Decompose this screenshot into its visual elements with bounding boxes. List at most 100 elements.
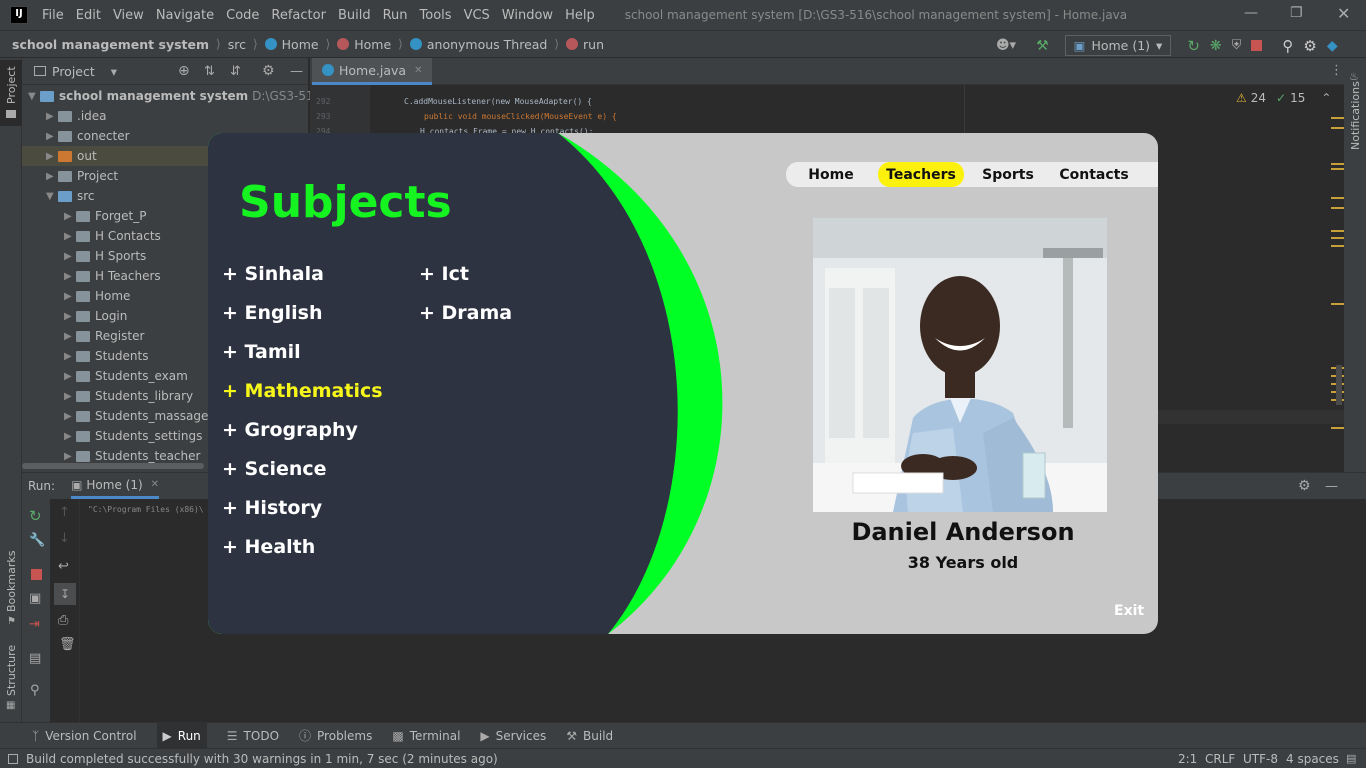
more-icon[interactable]: ⋮	[1330, 63, 1343, 78]
search-icon[interactable]: ⚲	[1282, 37, 1293, 55]
arrow-down-icon[interactable]: ↓	[59, 531, 70, 546]
tab-services[interactable]: ▶ Services	[480, 729, 546, 743]
warning-icon[interactable]: ⚠	[1236, 91, 1247, 105]
tree-item-students-exam[interactable]: ▶ Students_exam	[64, 366, 188, 386]
status-square-icon[interactable]	[8, 753, 18, 764]
bookmarks-tool-label[interactable]: Bookmarks	[5, 551, 18, 612]
menu-file[interactable]: File	[42, 8, 64, 23]
tree-item-h-contacts[interactable]: ▶ H Contacts	[64, 226, 161, 246]
tree-item-forget-p[interactable]: ▶ Forget_P	[64, 206, 146, 226]
subject-english[interactable]: + English	[222, 302, 323, 324]
tree-item-students-massage[interactable]: ▶ Students_massage	[64, 406, 208, 426]
close-tab-icon[interactable]: ✕	[151, 479, 159, 490]
nav-teachers[interactable]: Teachers	[878, 162, 964, 187]
tree-item-home[interactable]: ▶ Home	[64, 286, 130, 306]
hide-icon[interactable]: —	[1325, 479, 1338, 494]
tree-item-src[interactable]: ▼ src	[46, 186, 95, 206]
line-separator[interactable]: CRLF	[1205, 752, 1235, 766]
tree-root[interactable]: ▼ school management system D:\GS3-516\sc…	[28, 86, 353, 106]
subject-science[interactable]: + Science	[222, 458, 327, 480]
menu-navigate[interactable]: Navigate	[156, 8, 214, 23]
scroll-end-icon[interactable]: ↧	[54, 583, 76, 605]
breadcrumb-src[interactable]: src	[228, 37, 246, 52]
plugin-icon[interactable]: ◆	[1327, 38, 1338, 54]
tree-item-login[interactable]: ▶ Login	[64, 306, 127, 326]
project-view-select[interactable]: Project	[52, 64, 95, 79]
coverage-icon[interactable]: ⛨	[1232, 38, 1242, 53]
subject-drama[interactable]: + Drama	[419, 302, 512, 324]
lock-icon[interactable]: ▤	[1346, 752, 1356, 765]
collapse-all-icon[interactable]: ⇵	[230, 64, 241, 79]
minimize-icon[interactable]: —	[1244, 5, 1258, 21]
caret-position[interactable]: 2:1	[1178, 752, 1197, 766]
tree-item-students-settings[interactable]: ▶ Students_settings	[64, 426, 202, 446]
tree-item-students[interactable]: ▶ Students	[64, 346, 149, 366]
run-tab[interactable]: ▣ Home (1) ✕	[71, 473, 160, 499]
camera-icon[interactable]: ▣	[29, 591, 41, 606]
locate-icon[interactable]: ⊕	[178, 63, 190, 79]
chevron-up-icon[interactable]: ⌃	[1321, 91, 1331, 105]
close-tab-icon[interactable]: ✕	[414, 65, 422, 76]
breadcrumb-project[interactable]: school management system	[12, 37, 209, 52]
menu-edit[interactable]: Edit	[76, 8, 101, 23]
menu-run[interactable]: Run	[383, 8, 408, 23]
tree-item-conecter[interactable]: ▶ conecter	[46, 126, 130, 146]
project-tool-label[interactable]: Project	[5, 66, 18, 104]
trash-icon[interactable]: 🗑	[59, 637, 76, 652]
tree-item-h-sports[interactable]: ▶ H Sports	[64, 246, 146, 266]
close-icon[interactable]: ✕	[1337, 4, 1350, 23]
rerun-icon[interactable]: ↻	[29, 507, 42, 525]
tree-item-idea[interactable]: ▶ .idea	[46, 106, 107, 126]
settings-icon[interactable]: ⚙	[1303, 37, 1316, 55]
notifications-tool-label[interactable]: Notifications	[1349, 81, 1362, 150]
exit-icon[interactable]: ⇥	[29, 617, 40, 632]
tree-item-students-library[interactable]: ▶ Students_library	[64, 386, 193, 406]
gear-icon[interactable]: ⚙	[1298, 478, 1311, 494]
rerun-icon[interactable]: ↻	[1187, 37, 1200, 55]
nav-contacts[interactable]: Contacts	[1054, 162, 1134, 187]
restore-icon[interactable]: ❐	[1290, 5, 1303, 21]
subject-ict[interactable]: + Ict	[419, 263, 469, 285]
tab-version-control[interactable]: ᛉ Version Control	[32, 729, 137, 743]
nav-home[interactable]: Home	[800, 162, 862, 187]
debug-icon[interactable]: ❋	[1210, 38, 1222, 54]
hide-icon[interactable]: —	[290, 64, 303, 79]
menu-help[interactable]: Help	[565, 8, 595, 23]
pin-icon[interactable]: ⚲	[30, 683, 40, 698]
tree-item-h-teachers[interactable]: ▶ H Teachers	[64, 266, 161, 286]
layout-icon[interactable]: ▤	[29, 651, 41, 666]
tab-run[interactable]: ▶ Run	[156, 722, 207, 749]
breadcrumb-anonymous-thread[interactable]: anonymous Thread	[409, 37, 547, 52]
file-encoding[interactable]: UTF-8	[1243, 752, 1278, 766]
tab-problems[interactable]: ⓘ Problems	[299, 727, 372, 744]
subject-history[interactable]: + History	[222, 497, 322, 519]
wrench-icon[interactable]: 🔧	[29, 533, 45, 548]
tree-item-project[interactable]: ▶ Project	[46, 166, 118, 186]
menu-vcs[interactable]: VCS	[464, 8, 490, 23]
subject-health[interactable]: + Health	[222, 536, 315, 558]
subject-geography[interactable]: + Grography	[222, 419, 358, 441]
tab-build[interactable]: ⚒ Build	[566, 729, 613, 743]
status-message[interactable]: Build completed successfully with 30 war…	[26, 752, 498, 766]
nav-sports[interactable]: Sports	[976, 162, 1040, 187]
subject-sinhala[interactable]: + Sinhala	[222, 263, 324, 285]
tab-terminal[interactable]: ▩ Terminal	[392, 729, 460, 743]
hammer-icon[interactable]: ⚒	[1036, 38, 1049, 54]
arrow-up-icon[interactable]: ↑	[59, 505, 70, 520]
gear-icon[interactable]: ⚙	[262, 63, 275, 79]
subject-tamil[interactable]: + Tamil	[222, 341, 301, 363]
menu-tools[interactable]: Tools	[420, 8, 452, 23]
menu-view[interactable]: View	[113, 8, 144, 23]
soft-wrap-icon[interactable]: ↩	[58, 559, 69, 574]
print-icon[interactable]: ⎙	[58, 613, 68, 628]
horizontal-scrollbar[interactable]	[22, 463, 204, 469]
structure-tool-label[interactable]: Structure	[5, 645, 18, 696]
stop-icon[interactable]	[1251, 40, 1263, 51]
expand-all-icon[interactable]: ⇅	[204, 64, 215, 79]
menu-window[interactable]: Window	[502, 8, 553, 23]
user-icon[interactable]: ☻▾	[996, 38, 1016, 53]
breadcrumb-home-file[interactable]: Home	[264, 37, 319, 52]
menu-build[interactable]: Build	[338, 8, 371, 23]
check-icon[interactable]: ✓	[1276, 91, 1286, 105]
indent-setting[interactable]: 4 spaces	[1286, 752, 1339, 766]
